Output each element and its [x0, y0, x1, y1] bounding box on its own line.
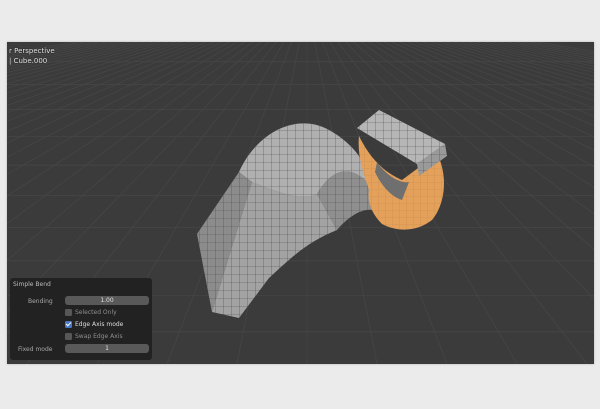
fixed-mode-label: Fixed mode — [18, 346, 53, 353]
operator-panel[interactable]: Simple Bend Bending 1.00 Selected Only E… — [10, 278, 152, 360]
bending-field[interactable]: 1.00 — [65, 296, 149, 305]
swap-edge-label: Swap Edge Axis — [75, 333, 123, 340]
3d-viewport[interactable]: r Perspective | Cube.000 Simple Bend Ben… — [7, 42, 594, 364]
selected-only-label: Selected Only — [75, 309, 117, 316]
bending-label: Bending — [28, 298, 53, 305]
view-label: r Perspective — [9, 47, 55, 55]
fixed-mode-field[interactable]: 1 — [65, 344, 149, 353]
edge-axis-box[interactable] — [65, 321, 72, 328]
selected-only-box[interactable] — [65, 309, 72, 316]
swap-edge-box[interactable] — [65, 333, 72, 340]
edge-axis-label: Edge Axis mode — [75, 321, 124, 328]
panel-title[interactable]: Simple Bend — [13, 281, 51, 288]
object-label: | Cube.000 — [9, 57, 48, 65]
